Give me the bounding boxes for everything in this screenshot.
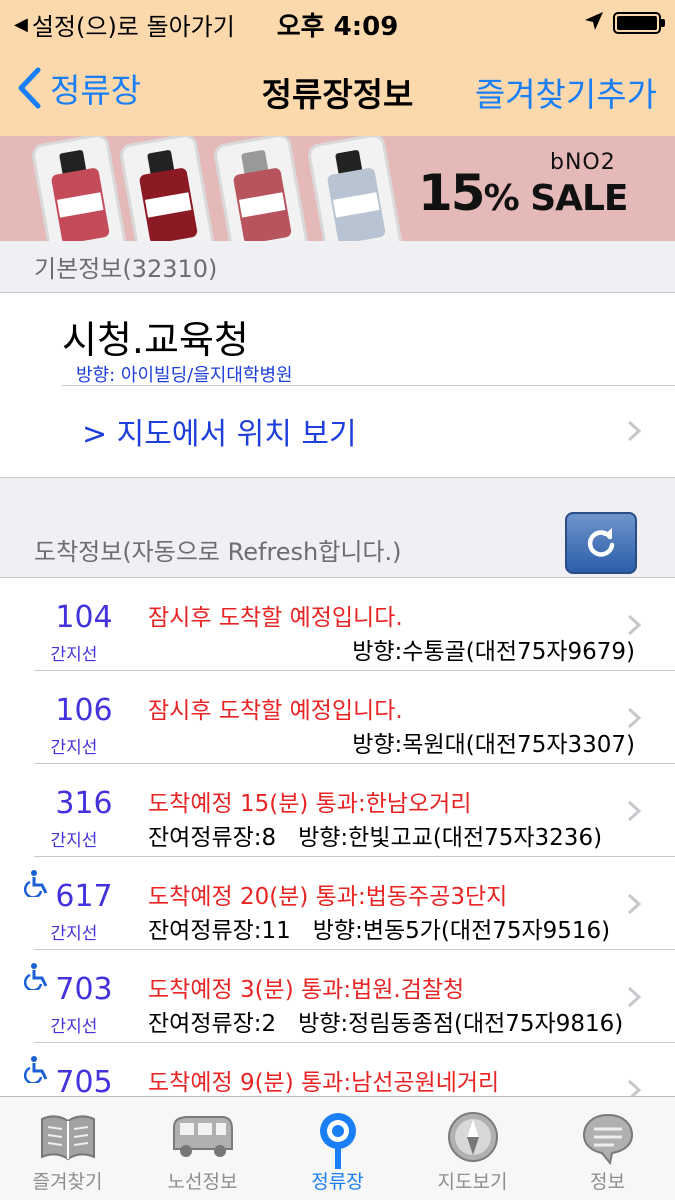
- stop-pin-icon: [319, 1113, 356, 1169]
- ad-sale-text: 15% SALE: [418, 164, 629, 222]
- bus-icon: [172, 1116, 233, 1157]
- arrival-row[interactable]: 316 간지선 도착예정 15(분) 통과:한남오거리잔여정류장:8 방향:한빛고교…: [34, 764, 675, 857]
- arrival-status: 도착예정 3(분) 통과:법원.검찰청: [148, 977, 465, 1003]
- arrival-detail: 방향:목원대(대전75자3307): [352, 732, 635, 758]
- route-type: 간지선: [50, 924, 98, 944]
- tab-label: 지도보기: [437, 1171, 508, 1193]
- arrival-detail: 방향:수통골(대전75자9679): [352, 639, 635, 665]
- battery-icon: [613, 12, 665, 34]
- tab-favorites[interactable]: 즐겨찾기: [0, 1097, 135, 1200]
- arrival-status: 도착예정 20(분) 통과:법동주공3단지: [148, 884, 508, 910]
- phone-case-image: [306, 136, 404, 241]
- arrival-detail: 잔여정류장:11 방향:변동5가(대전75자9516): [148, 918, 611, 944]
- phone-case-image: [212, 136, 310, 241]
- tab-label: 즐겨찾기: [32, 1171, 103, 1193]
- compass-icon: [447, 1112, 498, 1162]
- book-icon: [40, 1115, 95, 1161]
- stop-name: 시청.교육청: [62, 318, 249, 362]
- arrival-detail: 잔여정류장:2 방향:정림동종점(대전75자9816): [148, 1011, 624, 1037]
- tab-label: 노선정보: [167, 1171, 238, 1193]
- chevron-right-icon: [627, 707, 641, 729]
- route-number: 703: [55, 972, 113, 1007]
- arrival-status: 잠시후 도착할 예정입니다.: [148, 698, 403, 724]
- arrival-row[interactable]: 617 간지선 도착예정 20(분) 통과:법동주공3단지잔여정류장:11 방향:변…: [24, 857, 675, 950]
- ad-sale-number: 15: [418, 164, 486, 222]
- basic-info-header: 기본정보(32310): [0, 241, 675, 293]
- ad-banner[interactable]: bNO2 15% SALE: [0, 136, 675, 241]
- arrival-detail: 잔여정류장:8 방향:한빛고교(대전75자3236): [148, 825, 603, 851]
- route-type: 간지선: [50, 645, 98, 665]
- tab-bar: 즐겨찾기 노선정보 정류장 지도보기 정보: [0, 1096, 675, 1200]
- arrival-status: 도착예정 15(분) 통과:한남오거리: [148, 791, 472, 817]
- phone-case-image: [118, 136, 216, 241]
- chevron-right-icon: [627, 893, 641, 915]
- tab-label: 정보: [590, 1171, 625, 1193]
- arrival-row[interactable]: 703 간지선 도착예정 3(분) 통과:법원.검찰청잔여정류장:2 방향:정림동종…: [24, 950, 675, 1043]
- arrival-row[interactable]: 106 간지선 잠시후 도착할 예정입니다. 방향:목원대(대전75자3307): [34, 671, 675, 764]
- status-bar: ◀ 설정(으)로 돌아가기 오후 4:09: [0, 0, 675, 44]
- arrival-status: 도착예정 9(분) 통과:남선공원네거리: [148, 1070, 500, 1096]
- tab-map[interactable]: 지도보기: [405, 1097, 540, 1200]
- tab-info[interactable]: 정보: [540, 1097, 675, 1200]
- status-time: 오후 4:09: [276, 12, 399, 42]
- tab-label: 정류장: [311, 1171, 364, 1193]
- speech-bubble-icon: [582, 1113, 633, 1165]
- basic-info-header-label: 기본정보(32310): [34, 255, 218, 283]
- phone-case-image: [30, 136, 128, 241]
- chevron-right-icon: [627, 986, 641, 1008]
- route-type: 간지선: [50, 1017, 98, 1037]
- ad-sale-word: % SALE: [483, 178, 629, 219]
- route-type: 간지선: [50, 831, 98, 851]
- arrival-row[interactable]: 104 간지선 잠시후 도착할 예정입니다. 방향:수통골(대전75자9679): [34, 578, 675, 671]
- route-number: 106: [55, 693, 113, 728]
- location-arrow-icon: [585, 12, 603, 30]
- nav-bar: 정류장 정류장정보 즐겨찾기추가: [0, 44, 675, 136]
- divider: [62, 385, 675, 386]
- chevron-right-icon: [627, 800, 641, 822]
- add-favorite-button[interactable]: 즐겨찾기추가: [475, 68, 657, 116]
- route-number: 316: [55, 786, 113, 821]
- stop-direction: 방향: 아이빌딩/을지대학병원: [76, 365, 293, 386]
- refresh-button[interactable]: [565, 512, 637, 574]
- arrival-list: 104 간지선 잠시후 도착할 예정입니다. 방향:수통골(대전75자9679) 106…: [0, 578, 675, 1136]
- arrival-info-header-label: 도착정보(자동으로 Refresh합니다.): [34, 538, 402, 566]
- stop-info-card: 시청.교육청 방향: 아이빌딩/을지대학병원 > 지도에서 위치 보기: [0, 293, 675, 477]
- route-number: 104: [55, 600, 113, 635]
- arrival-status: 잠시후 도착할 예정입니다.: [148, 605, 403, 631]
- route-type: 간지선: [50, 738, 98, 758]
- chevron-right-icon: [627, 614, 641, 636]
- view-on-map-link[interactable]: > 지도에서 위치 보기: [82, 409, 357, 453]
- route-number: 617: [55, 879, 113, 914]
- tab-route-info[interactable]: 노선정보: [135, 1097, 270, 1200]
- tab-bus-stop[interactable]: 정류장: [270, 1097, 405, 1200]
- refresh-icon: [587, 528, 615, 557]
- arrival-info-header: 도착정보(자동으로 Refresh합니다.): [0, 477, 675, 578]
- route-number: 705: [55, 1065, 113, 1100]
- top-bar: ◀ 설정(으)로 돌아가기 오후 4:09 정류장 정류장정보 즐겨찾기추가: [0, 0, 675, 136]
- chevron-right-icon: [627, 420, 641, 442]
